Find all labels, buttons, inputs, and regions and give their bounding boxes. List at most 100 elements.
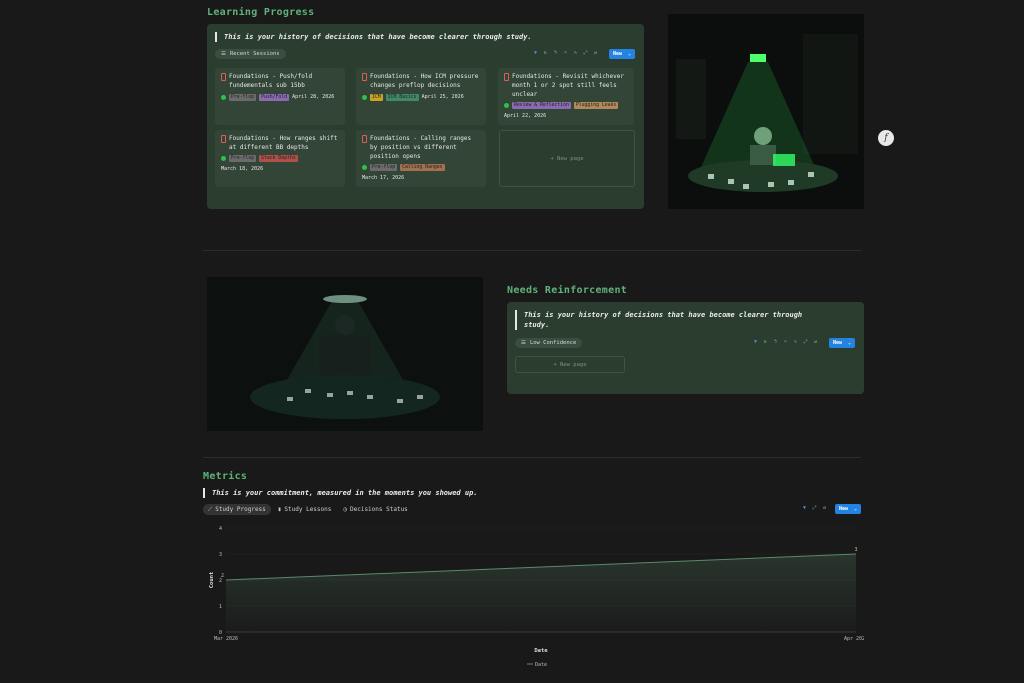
tab-study-lessons[interactable]: ▮ Study Lessons (273, 504, 337, 515)
expand-icon[interactable]: ⤢ (803, 340, 808, 345)
tag-badge: Stack Depths (259, 155, 298, 162)
session-card-title: Foundations - Push/fold fundementals sub… (229, 73, 313, 89)
x-axis-label: Date (534, 648, 548, 654)
status-dot-icon (504, 103, 509, 108)
bar-chart-icon: ▮ (277, 506, 282, 513)
settings-icon[interactable]: ⇄ (813, 340, 818, 345)
tag-badge: Plugging Leaks (573, 102, 619, 109)
new-button[interactable]: New ⌄ (609, 49, 636, 59)
session-card-meta: Pre-flop Stack Depths March 18, 2026 (221, 155, 339, 174)
session-date: March 18, 2026 (221, 166, 264, 172)
chevron-down-icon: ⌄ (854, 506, 858, 512)
learning-progress-heading: Learning Progress (207, 7, 315, 18)
metrics-tabs: ⟋ Study Progress ▮ Study Lessons ◷ Decision… (203, 504, 413, 515)
x-tick-label: Apr 2026 (844, 636, 864, 642)
session-card-title-row: Foundations - Push/fold fundementals sub… (221, 72, 339, 90)
phone-icon (362, 73, 367, 81)
reinforcement-quote: This is your history of decisions that h… (515, 310, 824, 330)
y-tick-label: 1 (219, 604, 222, 610)
divider (203, 250, 861, 251)
metrics-heading: Metrics (203, 471, 248, 482)
session-card-meta: Review & Reflection Plugging Leaks April 2… (504, 102, 628, 121)
add-new-page-button[interactable]: + New page (515, 356, 625, 373)
session-card[interactable]: Foundations - How ICM pressure changes p… (356, 68, 486, 125)
tag-badge: Calling Ranges (400, 164, 445, 171)
session-card-meta: Pre-flop Push/Fold April 28, 2026 (221, 93, 339, 102)
table-icon: ☰ (521, 340, 526, 346)
session-card[interactable]: Foundations - How ranges shift at differ… (215, 130, 345, 187)
session-card-meta: Pre-flop Calling Ranges March 17, 2026 (362, 164, 480, 183)
view-tab-recent-sessions[interactable]: ☰ Recent Sessions (215, 49, 286, 59)
metrics-quote: This is your commitment, measured in the… (203, 488, 478, 498)
y-axis-label: Count (209, 572, 215, 589)
database-toolbar: ▼ ⇅ ϟ ⌕ ✎ ⤢ ⇄ (753, 340, 818, 345)
database-toolbar: ▼ ⇅ ϟ ⌕ ✎ ⤢ ⇄ (533, 51, 598, 56)
expand-icon[interactable]: ⤢ (812, 506, 817, 511)
needs-reinforcement-panel: This is your history of decisions that h… (507, 302, 864, 394)
session-card[interactable]: Foundations - Revisit whichever month 1 … (498, 68, 634, 125)
new-button[interactable]: New ⌄ (829, 338, 856, 348)
session-card-title: Foundations - How ICM pressure changes p… (370, 73, 479, 89)
session-date: April 25, 2026 (421, 94, 464, 100)
x-tick-label: Mar 2026 (214, 636, 238, 642)
poker-illustration-dark (207, 277, 483, 431)
avatar[interactable]: f (878, 130, 894, 146)
learning-quote: This is your history of decisions that h… (215, 32, 532, 42)
session-card[interactable]: Foundations - Push/fold fundementals sub… (215, 68, 345, 125)
tab-study-progress[interactable]: ⟋ Study Progress (203, 504, 271, 515)
tag-badge: Pre-flop (229, 155, 257, 162)
search-icon[interactable]: ⌕ (783, 340, 788, 345)
status-dot-icon (362, 165, 367, 170)
tab-decisions-status[interactable]: ◷ Decisions Status (338, 504, 412, 515)
status-dot-icon (221, 156, 226, 161)
session-card-meta: ICM ICM Basics April 25, 2026 (362, 93, 480, 102)
poker-scene-dark-svg (207, 277, 483, 431)
search-icon[interactable]: ⌕ (563, 51, 568, 56)
session-card-title: Foundations - Calling ranges by position… (370, 135, 472, 160)
status-dot-icon (362, 95, 367, 100)
view-tab-low-confidence[interactable]: ☰ Low Confidence (515, 338, 583, 348)
lightning-icon[interactable]: ϟ (553, 51, 558, 56)
phone-icon (221, 73, 226, 81)
phone-icon (221, 135, 226, 143)
phone-icon (504, 73, 509, 81)
tag-badge: ICM (370, 94, 383, 101)
data-label: 2 (221, 573, 224, 579)
session-date: March 17, 2026 (362, 175, 405, 181)
session-card-title: Foundations - How ranges shift at differ… (229, 135, 338, 151)
poker-scene-svg (668, 14, 864, 209)
needs-reinforcement-heading: Needs Reinforcement (507, 285, 628, 296)
poker-illustration-green (668, 14, 864, 209)
edit-icon[interactable]: ✎ (573, 51, 578, 56)
add-new-page-button[interactable]: + New page (499, 130, 635, 187)
filter-icon[interactable]: ▼ (802, 506, 807, 511)
lightning-icon[interactable]: ϟ (773, 340, 778, 345)
filter-icon[interactable]: ▼ (753, 340, 758, 345)
divider (203, 457, 861, 458)
data-label: 3 (854, 547, 857, 553)
edit-icon[interactable]: ✎ (793, 340, 798, 345)
settings-icon[interactable]: ⇄ (593, 51, 598, 56)
series-area (226, 554, 856, 632)
legend-label: Date (535, 662, 547, 668)
chevron-down-icon: ⌄ (848, 340, 852, 346)
line-chart-icon: ⟋ (208, 505, 213, 513)
session-card-title-row: Foundations - Revisit whichever month 1 … (504, 72, 628, 99)
session-card-title-row: Foundations - How ranges shift at differ… (221, 134, 339, 152)
sort-icon[interactable]: ⇅ (763, 340, 768, 345)
session-date: April 22, 2026 (504, 113, 547, 119)
clock-icon: ◷ (343, 506, 347, 513)
tag-badge: ICM Basics (385, 94, 419, 101)
study-progress-chart: 0123423Mar 2026Apr 2026DateCountDate (209, 526, 864, 668)
tag-badge: Review & Reflection (512, 102, 571, 109)
session-card[interactable]: Foundations - Calling ranges by position… (356, 130, 486, 187)
filter-icon[interactable]: ▼ (533, 51, 538, 56)
sort-icon[interactable]: ⇅ (543, 51, 548, 56)
learning-progress-panel: This is your history of decisions that h… (207, 24, 644, 209)
expand-icon[interactable]: ⤢ (583, 51, 588, 56)
settings-icon[interactable]: ⇄ (822, 506, 827, 511)
new-button[interactable]: New ⌄ (835, 504, 862, 514)
session-card-title: Foundations - Revisit whichever month 1 … (512, 73, 624, 98)
y-tick-label: 3 (219, 552, 222, 558)
tag-badge: Push/Fold (259, 94, 290, 101)
